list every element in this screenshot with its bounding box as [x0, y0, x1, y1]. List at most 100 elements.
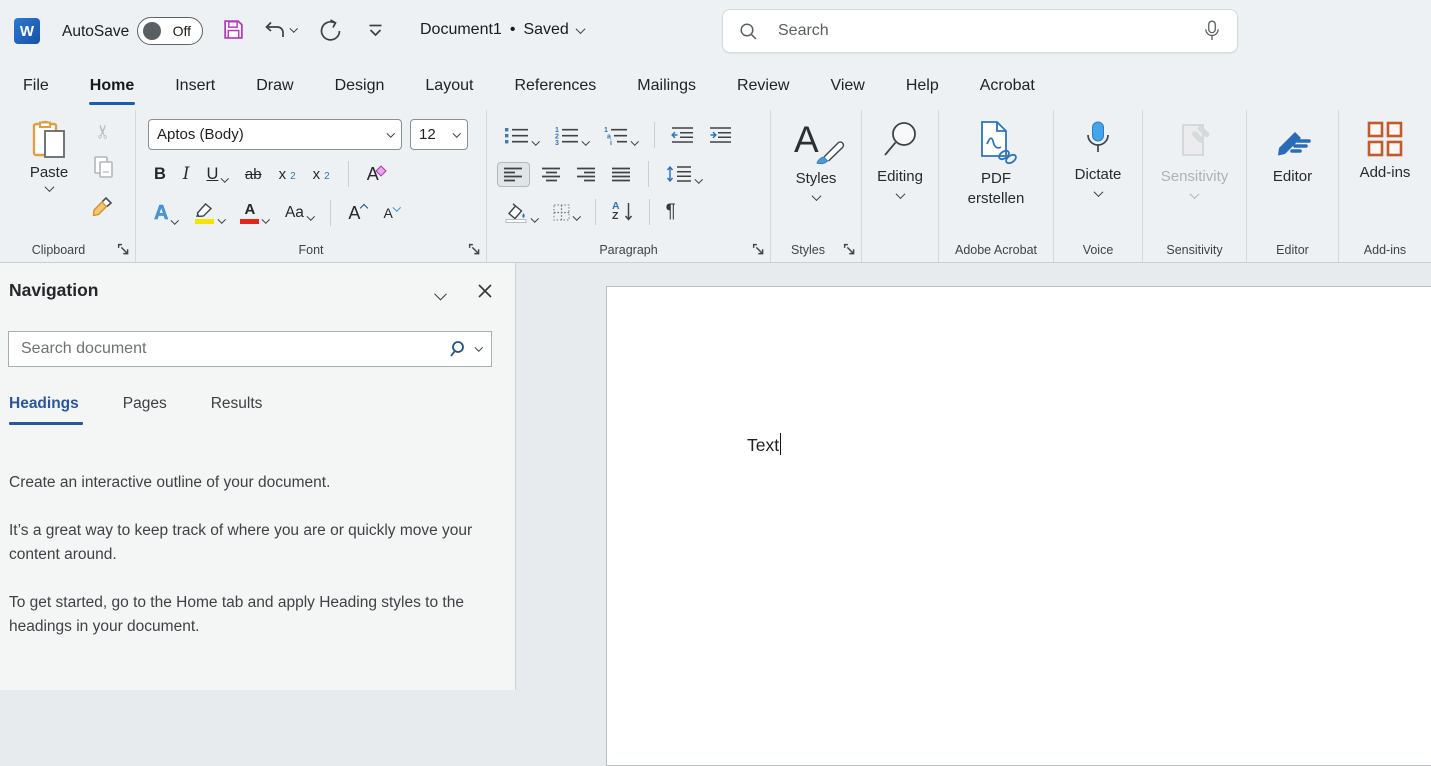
- font-color-chevron-icon[interactable]: [262, 216, 270, 224]
- tab-references[interactable]: References: [514, 77, 596, 95]
- show-formatting-marks-button[interactable]: ¶: [662, 198, 680, 226]
- save-button[interactable]: [222, 18, 245, 41]
- paste-dropdown-chevron-icon[interactable]: [44, 182, 54, 192]
- autosave-toggle[interactable]: Off: [137, 17, 203, 45]
- font-size-select[interactable]: 12: [410, 119, 468, 150]
- group-caption-sensitivity: Sensitivity: [1143, 243, 1246, 257]
- dictate-button[interactable]: Dictate: [1054, 120, 1142, 197]
- shading-chevron-icon[interactable]: [531, 214, 539, 222]
- ribbon-group-addins: Add-ins Add-ins: [1339, 110, 1431, 262]
- font-family-select[interactable]: Aptos (Body): [148, 119, 402, 150]
- navigation-pane-title: Navigation: [9, 280, 98, 301]
- navigation-search-box[interactable]: [8, 331, 492, 367]
- cut-icon[interactable]: ✂: [94, 124, 113, 140]
- editing-button[interactable]: Editing: [862, 120, 938, 199]
- paste-button[interactable]: Paste: [18, 118, 80, 192]
- italic-button[interactable]: I: [179, 163, 194, 186]
- document-page[interactable]: Text: [606, 286, 1431, 766]
- copy-icon[interactable]: [93, 155, 115, 179]
- borders-chevron-icon[interactable]: [572, 212, 580, 220]
- redo-icon: [318, 18, 344, 44]
- underline-chevron-icon[interactable]: [221, 174, 229, 182]
- styles-dialog-launcher-icon[interactable]: [843, 243, 856, 256]
- editor-button[interactable]: Editor: [1247, 120, 1338, 187]
- change-case-button[interactable]: Aa: [281, 202, 317, 224]
- change-case-chevron-icon[interactable]: [307, 213, 315, 221]
- bullets-button[interactable]: [500, 122, 543, 148]
- shrink-font-button[interactable]: A: [379, 203, 403, 223]
- multilevel-chevron-icon[interactable]: [631, 137, 639, 145]
- nav-tab-results[interactable]: Results: [211, 395, 263, 425]
- numbering-button[interactable]: 1 2 3: [550, 122, 593, 148]
- styles-chevron-icon[interactable]: [811, 191, 821, 201]
- sensitivity-button[interactable]: Sensitivity: [1143, 120, 1246, 199]
- line-spacing-button[interactable]: [662, 162, 706, 186]
- text-effects-chevron-icon[interactable]: [171, 216, 179, 224]
- tab-help[interactable]: Help: [906, 77, 939, 95]
- global-search-bar[interactable]: [722, 9, 1238, 53]
- navigation-collapse-chevron-icon[interactable]: [436, 287, 445, 305]
- decrease-indent-button[interactable]: [667, 123, 698, 147]
- tab-acrobat[interactable]: Acrobat: [980, 77, 1035, 95]
- document-search-input[interactable]: [19, 339, 448, 359]
- superscript-button[interactable]: x2: [309, 164, 334, 185]
- tab-home[interactable]: Home: [90, 77, 134, 95]
- undo-button[interactable]: [262, 18, 297, 42]
- document-title[interactable]: Document1 • Saved: [420, 21, 584, 39]
- font-color-button[interactable]: A: [236, 199, 273, 227]
- editing-chevron-icon[interactable]: [895, 189, 905, 199]
- highlight-chevron-icon[interactable]: [218, 216, 226, 224]
- align-left-button[interactable]: [497, 162, 530, 187]
- line-spacing-chevron-icon[interactable]: [695, 175, 703, 183]
- redo-button[interactable]: [318, 18, 344, 44]
- sort-button[interactable]: AZ: [608, 199, 637, 225]
- increase-indent-button[interactable]: [705, 123, 736, 147]
- clipboard-dialog-launcher-icon[interactable]: [117, 243, 130, 256]
- bullets-chevron-icon[interactable]: [532, 137, 540, 145]
- styles-button[interactable]: A Styles: [771, 120, 861, 201]
- tab-mailings[interactable]: Mailings: [637, 77, 696, 95]
- tab-draw[interactable]: Draw: [256, 77, 293, 95]
- document-status: Saved: [523, 21, 568, 39]
- customize-quick-access-toolbar-icon[interactable]: [368, 24, 383, 38]
- document-body-text[interactable]: Text: [747, 433, 781, 456]
- align-center-button[interactable]: [538, 164, 565, 185]
- clear-formatting-button[interactable]: A: [363, 162, 389, 186]
- search-options-chevron-icon[interactable]: [474, 344, 482, 352]
- microphone-icon[interactable]: [1203, 19, 1221, 43]
- tab-layout[interactable]: Layout: [425, 77, 473, 95]
- dictate-chevron-icon[interactable]: [1093, 187, 1103, 197]
- strikethrough-button[interactable]: ab: [241, 164, 266, 185]
- ribbon-group-clipboard: Paste ✂ Clipboard: [0, 110, 136, 262]
- pdf-erstellen-button[interactable]: PDF erstellen: [939, 120, 1053, 210]
- align-right-button[interactable]: [573, 164, 600, 185]
- borders-button[interactable]: [549, 201, 584, 224]
- search-input[interactable]: [776, 21, 1203, 41]
- text-effects-button[interactable]: A: [150, 199, 182, 228]
- justify-button[interactable]: [608, 164, 635, 185]
- multilevel-list-button[interactable]: 1 a i: [599, 122, 642, 148]
- highlight-color-button[interactable]: [190, 199, 229, 227]
- addins-button[interactable]: Add-ins: [1339, 120, 1431, 183]
- nav-tab-headings[interactable]: Headings: [9, 395, 79, 425]
- paragraph-dialog-launcher-icon[interactable]: [752, 243, 765, 256]
- shading-button[interactable]: [500, 199, 542, 226]
- numbering-chevron-icon[interactable]: [581, 137, 589, 145]
- bold-button[interactable]: B: [150, 163, 170, 186]
- tab-design[interactable]: Design: [335, 77, 385, 95]
- navigation-close-icon[interactable]: [477, 283, 493, 299]
- underline-button[interactable]: U: [202, 163, 231, 186]
- undo-dropdown-chevron-icon[interactable]: [290, 25, 298, 33]
- tab-insert[interactable]: Insert: [175, 77, 215, 95]
- tab-view[interactable]: View: [830, 77, 864, 95]
- font-dialog-launcher-icon[interactable]: [468, 243, 481, 256]
- grow-font-button[interactable]: A: [344, 201, 371, 225]
- word-logo-icon[interactable]: W: [14, 18, 40, 44]
- subscript-button[interactable]: x2: [275, 164, 300, 185]
- document-search-icon[interactable]: [448, 340, 466, 358]
- format-painter-icon[interactable]: [92, 193, 116, 216]
- tab-file[interactable]: File: [23, 77, 49, 95]
- tab-review[interactable]: Review: [737, 77, 789, 95]
- sensitivity-chevron-icon: [1190, 189, 1200, 199]
- nav-tab-pages[interactable]: Pages: [123, 395, 167, 425]
